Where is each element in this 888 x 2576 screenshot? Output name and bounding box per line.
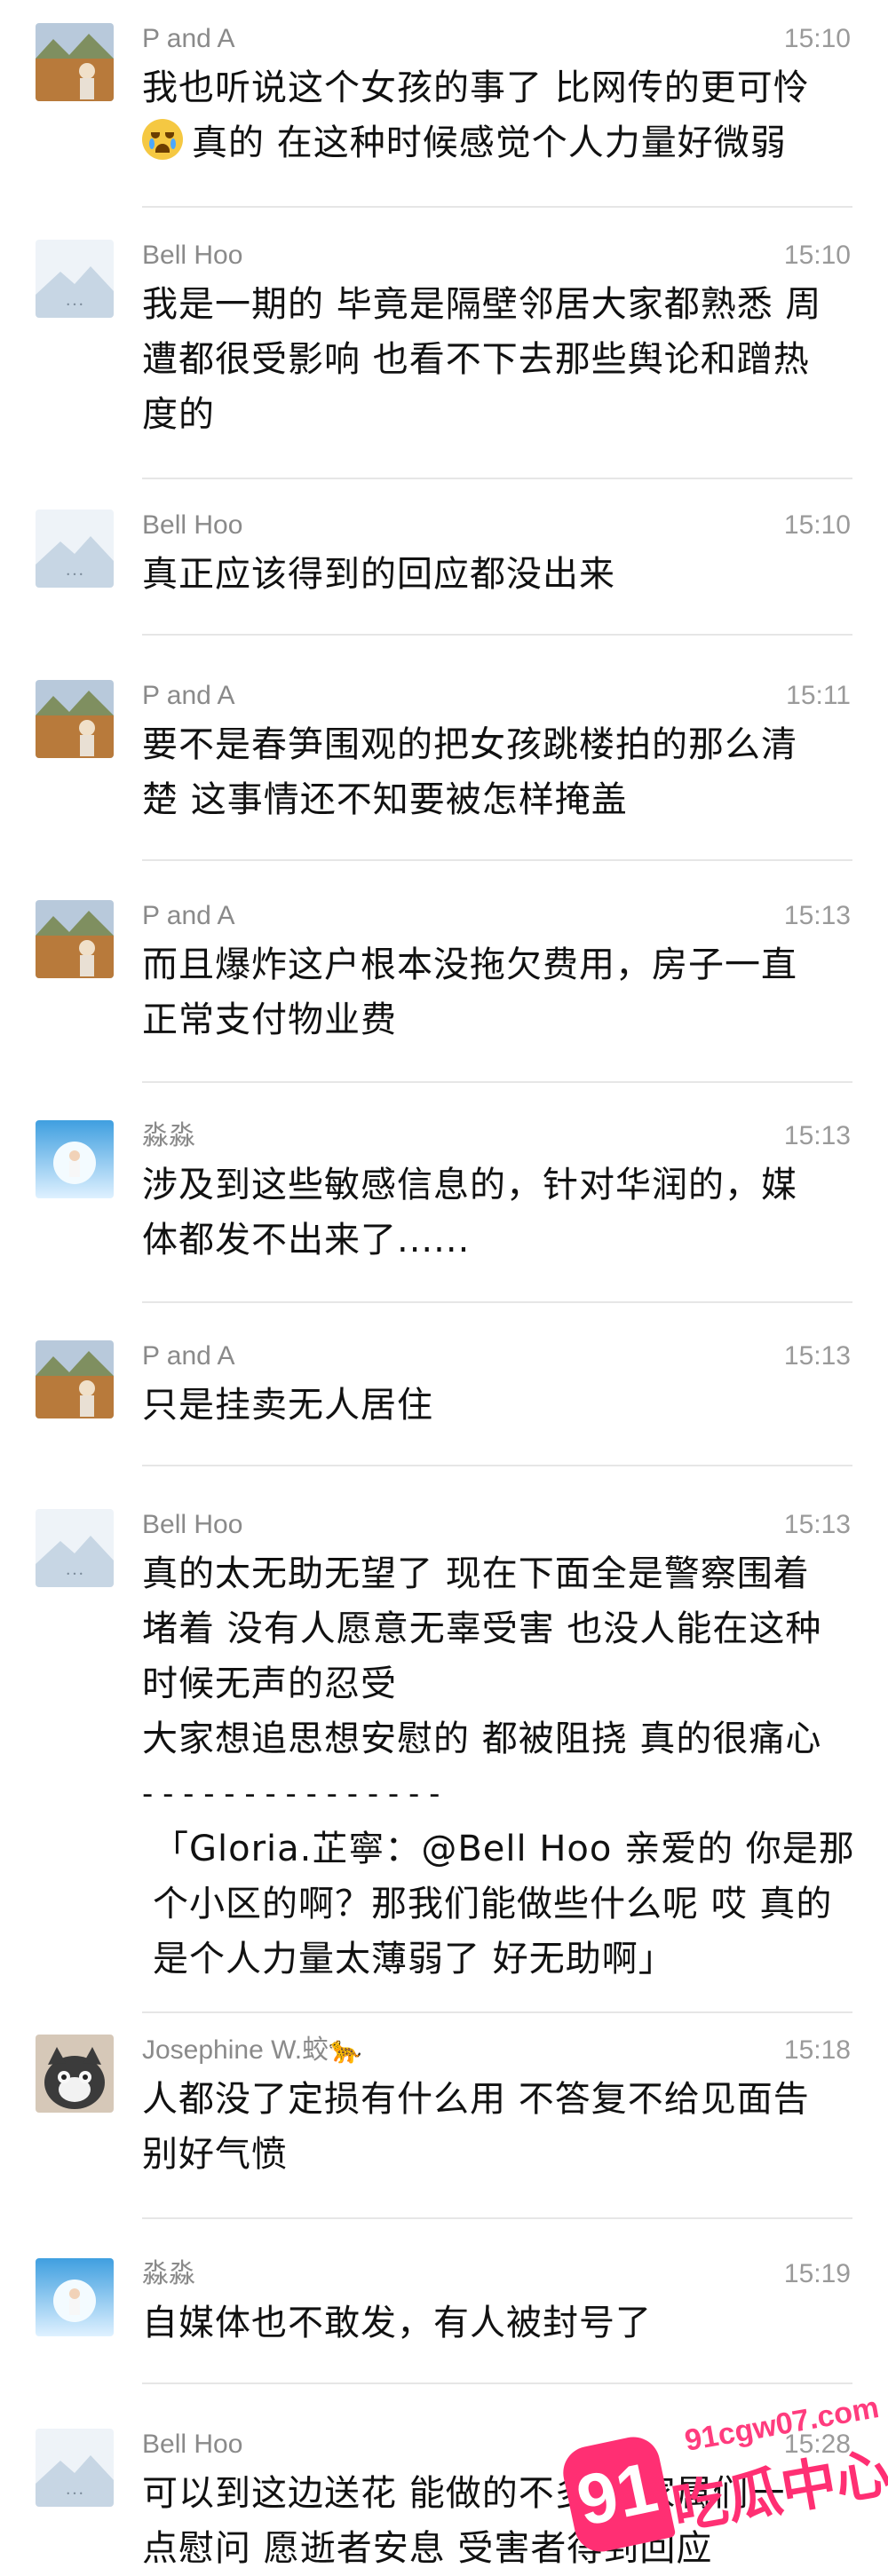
landscape-avatar[interactable] [36,680,114,758]
sender-name[interactable]: P and A [142,898,235,934]
message-text: 涉及到这些敏感信息的，针对华润的，媒 体都发不出来了...... [142,1158,852,1268]
message-line: 只是挂卖无人居住 [142,1385,433,1426]
message-line: 别好气愤 [142,2134,288,2175]
sky-avatar[interactable] [36,1120,114,1198]
message-divider [142,2382,852,2384]
message-text: 而且爆炸这户根本没拖欠费用，房子一直 正常支付物业费 [142,937,852,1047]
message-line: 要不是春笋围观的把女孩跳楼拍的那么清 [142,724,797,765]
message-time: 15:13 [783,1341,851,1371]
sender-name[interactable]: P and A [142,678,235,714]
message-divider [142,1465,852,1466]
mountain-avatar[interactable]: • • • [36,240,114,318]
message-line: 真的 在这种时候感觉个人力量好微弱 [142,115,852,170]
message-divider [142,2011,852,2013]
landscape-avatar[interactable] [36,23,114,101]
message-line: 自媒体也不敢发，有人被封号了 [142,2303,652,2343]
svg-text:• • •: • • • [66,571,83,579]
sender-name[interactable]: Bell Hoo [142,238,242,273]
message-time: 15:13 [783,1510,851,1539]
message-text: 只是挂卖无人居住 [142,1378,852,1433]
message-text: 要不是春笋围观的把女孩跳楼拍的那么清 楚 这事情还不知要被怎样掩盖 [142,717,852,827]
message-line: 楚 这事情还不知要被怎样掩盖 [142,779,628,820]
message-divider [142,1301,852,1303]
message-text: 人都没了定损有什么用 不答复不给见面告 别好气愤 [142,2072,852,2182]
message-time: 15:10 [783,241,851,270]
message-line: 大家想追思想安慰的 都被阻挠 真的很痛心 [142,1719,822,1759]
message-line: 体都发不出来了...... [142,1220,471,1260]
message-divider [142,478,852,479]
message-time: 15:13 [783,901,851,930]
sender-name[interactable]: Bell Hoo [142,2427,242,2462]
sender-name[interactable]: P and A [142,1339,235,1374]
cat-avatar[interactable] [36,2035,114,2113]
sender-name[interactable]: Bell Hoo [142,508,242,543]
quote-separator: - - - - - - - - - - - - - - - [142,1776,440,1812]
sky-avatar[interactable] [36,2258,114,2336]
message-line: 我也听说这个女孩的事了 比网传的更可怜 [142,67,810,108]
message-divider [142,1081,852,1083]
message-line: 时候无声的忍受 [142,1663,397,1704]
message-line: 人都没了定损有什么用 不答复不给见面告 [142,2079,810,2120]
message-divider [142,634,852,636]
message-time: 15:13 [783,1121,851,1150]
message-line: 我是一期的 毕竟是隔壁邻居大家都熟悉 周 [142,284,822,325]
watermark-logo-icon: 91 [558,2431,677,2557]
message-line: 真的太无助无望了 现在下面全是警察围着 [142,1553,810,1594]
message-line: 涉及到这些敏感信息的，针对华润的，媒 [142,1165,797,1205]
mountain-avatar[interactable]: • • • [36,1509,114,1587]
message-line: 而且爆炸这户根本没拖欠费用，房子一直 [142,944,797,985]
message-divider [142,206,852,208]
message-time: 15:11 [786,681,851,710]
message-text: 自媒体也不敢发，有人被封号了 [142,2295,852,2351]
mountain-avatar[interactable]: • • • [36,2429,114,2507]
svg-text:• • •: • • • [66,2490,83,2498]
message-line: 正常支付物业费 [142,1000,397,1040]
message-line: 真正应该得到的回应都没出来 [142,554,615,595]
sender-name[interactable]: P and A [142,21,235,57]
message-text: 真的太无助无望了 现在下面全是警察围着 堵着 没有人愿意无辜受害 也没人能在这种… [142,1546,855,1987]
message-line: 遭都很受影响 也看不下去那些舆论和蹭热 [142,339,810,380]
message-text: 我是一期的 毕竟是隔壁邻居大家都熟悉 周 遭都很受影响 也看不下去那些舆论和蹭热… [142,277,852,442]
message-divider [142,859,852,861]
sender-name[interactable]: 淼淼 [142,2256,195,2292]
svg-text:• • •: • • • [66,1570,83,1578]
message-line: 度的 [142,394,215,435]
message-text: 真正应该得到的回应都没出来 [142,547,852,602]
sender-name[interactable]: Josephine W.蛟🐆 [142,2033,361,2068]
quoted-line: 是个人力量太薄弱了 好无助啊」 [153,1939,675,1979]
landscape-avatar[interactable] [36,900,114,978]
sender-name[interactable]: Bell Hoo [142,1507,242,1543]
sender-name[interactable]: 淼淼 [142,1118,195,1154]
message-time: 15:19 [783,2259,851,2288]
message-time: 15:18 [783,2035,851,2065]
quoted-line: 「Gloria.芷寧：@Bell Hoo 亲爱的 你是那 [153,1829,855,1869]
quoted-line: 个小区的啊？那我们能做些什么呢 哎 真的 [153,1884,833,1924]
message-time: 15:10 [783,510,851,540]
message-time: 15:10 [783,24,851,53]
message-line-text: 真的 在这种时候感觉个人力量好微弱 [192,122,787,163]
mountain-avatar[interactable]: • • • [36,510,114,588]
loudly-crying-face-icon [142,119,183,160]
message-text: 我也听说这个女孩的事了 比网传的更可怜 真的 在这种时候感觉个人力量好微弱 [142,60,852,170]
svg-text:• • •: • • • [66,301,83,309]
landscape-avatar[interactable] [36,1340,114,1418]
watermark: 91cgw07.com 91 吃瓜中心 [551,2388,888,2576]
message-divider [142,2217,852,2219]
message-line: 堵着 没有人愿意无辜受害 也没人能在这种 [142,1608,822,1649]
